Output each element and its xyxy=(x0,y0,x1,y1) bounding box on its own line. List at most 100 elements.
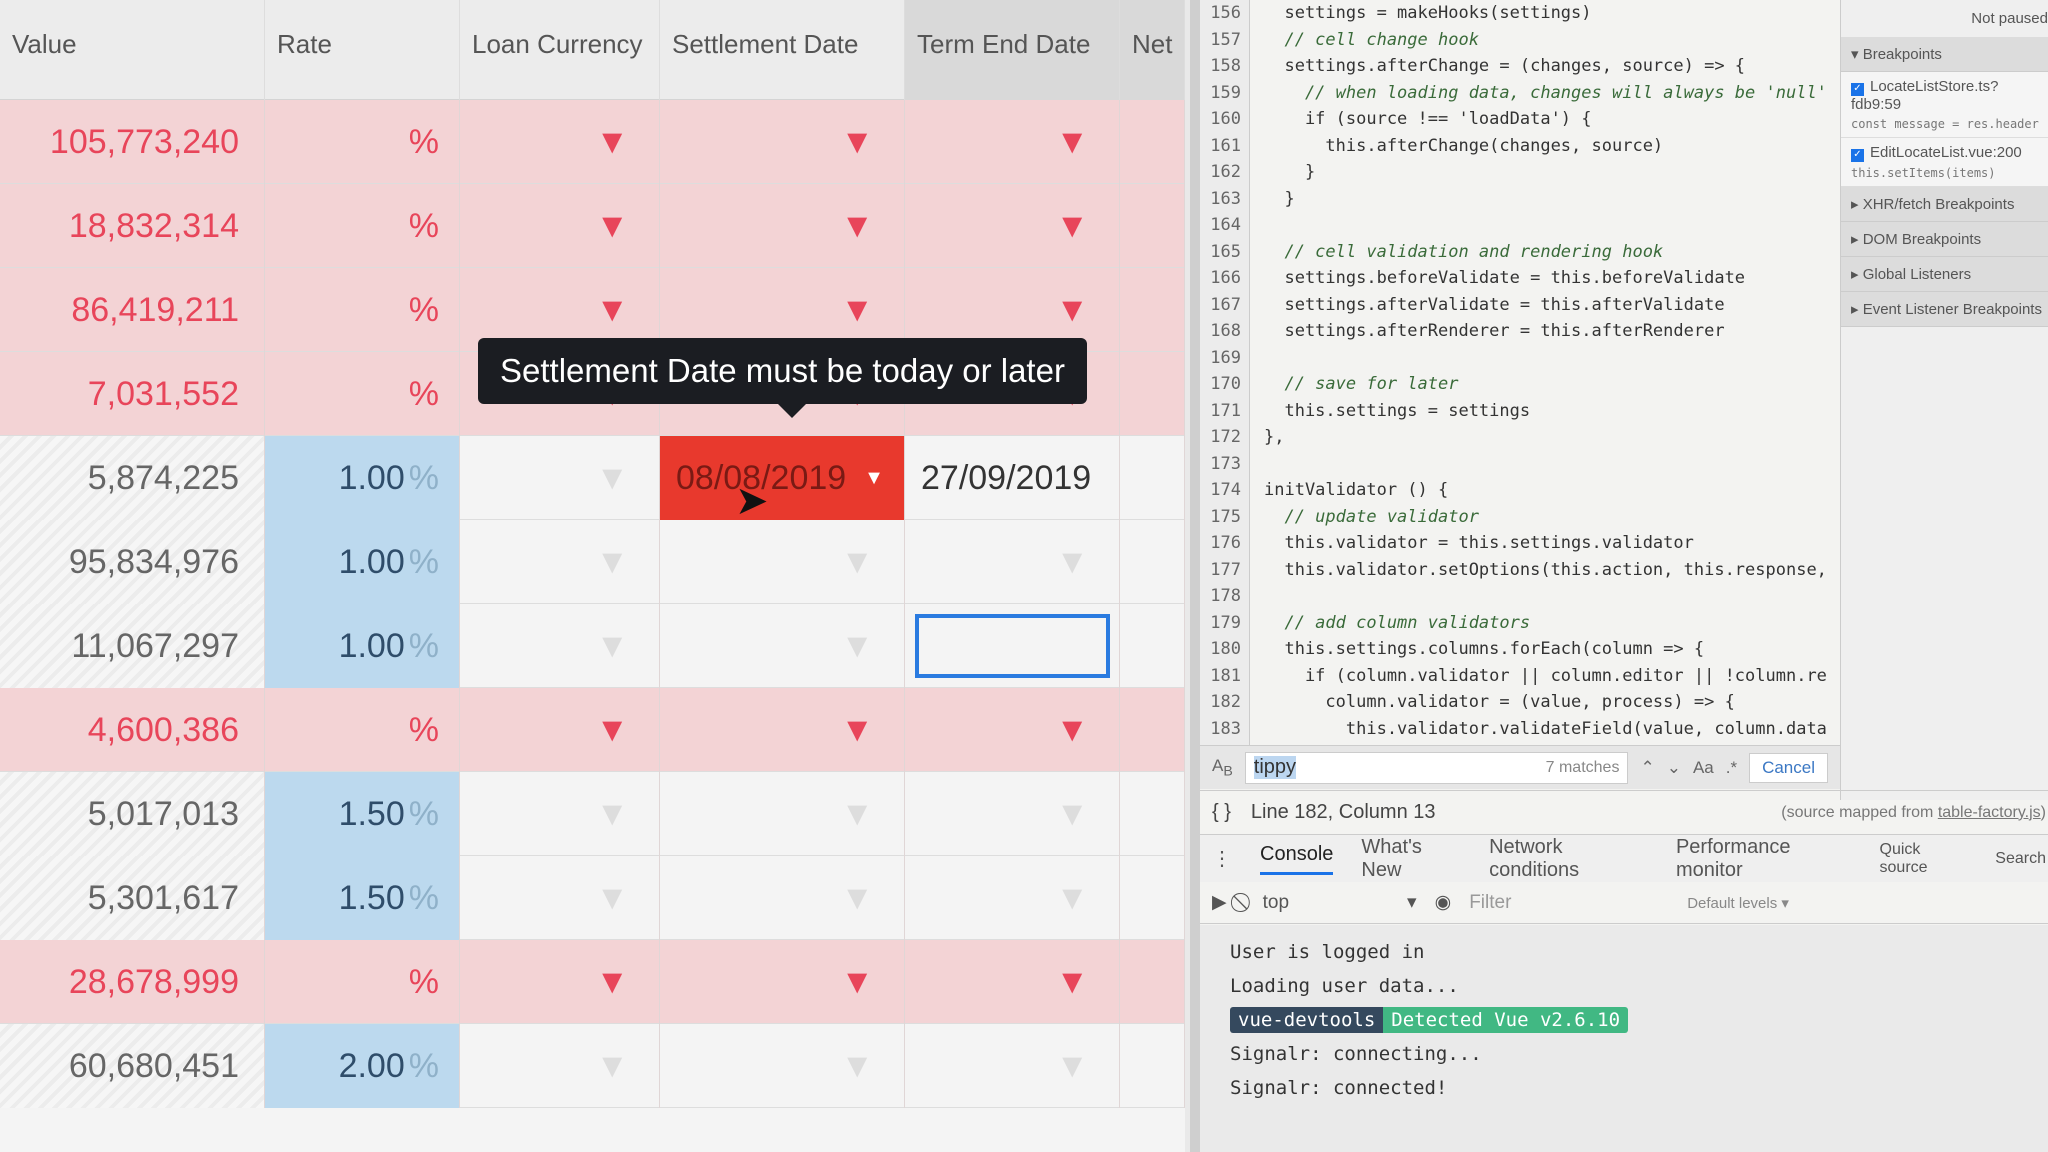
line-number[interactable]: 183 xyxy=(1200,715,1250,742)
value-cell[interactable]: 7,031,552 xyxy=(0,352,265,436)
net-cell[interactable] xyxy=(1120,772,1185,856)
breakpoint-item[interactable]: ✓ LocateListStore.ts?fdb9:59 const message… xyxy=(1841,72,2048,138)
drawer-menu-icon[interactable]: ⋮ xyxy=(1212,846,1232,871)
line-number[interactable]: 163 xyxy=(1200,185,1250,212)
settlement-date-cell[interactable]: ▼ xyxy=(660,940,905,1024)
tab-network-conditions[interactable]: Network conditions xyxy=(1489,836,1648,882)
sidebar-toggle-icon[interactable]: ▶ xyxy=(1212,891,1227,914)
settlement-date-cell[interactable]: ▼ xyxy=(660,1024,905,1108)
line-number[interactable]: 174 xyxy=(1200,477,1250,504)
checkbox-checked-icon[interactable]: ✓ xyxy=(1851,83,1864,96)
loan-currency-cell[interactable]: ▼ xyxy=(460,604,660,688)
line-number[interactable]: 167 xyxy=(1200,291,1250,318)
previous-match-icon[interactable]: ⌃ xyxy=(1640,758,1654,778)
context-selector[interactable]: top xyxy=(1263,892,1289,914)
cancel-button[interactable]: Cancel xyxy=(1749,752,1828,783)
value-cell[interactable]: 95,834,976 xyxy=(0,520,265,604)
line-number[interactable]: 169 xyxy=(1200,344,1250,371)
term-end-date-cell[interactable]: ▼ xyxy=(905,856,1120,940)
tab-console[interactable]: Console xyxy=(1260,843,1334,875)
regex-button[interactable]: .* xyxy=(1726,758,1737,778)
source-file-link[interactable]: table-factory.js xyxy=(1938,804,2041,821)
replace-toggle-icon[interactable]: AB xyxy=(1212,756,1233,779)
settlement-date-cell[interactable]: ▼ xyxy=(660,604,905,688)
net-cell[interactable] xyxy=(1120,268,1185,352)
value-cell[interactable]: 11,067,297 xyxy=(0,604,265,688)
header-rate[interactable]: Rate xyxy=(265,0,460,100)
net-cell[interactable] xyxy=(1120,688,1185,772)
net-cell[interactable] xyxy=(1120,1024,1185,1108)
rate-cell[interactable]: % xyxy=(265,688,460,772)
settlement-date-cell[interactable]: ▼ xyxy=(660,772,905,856)
loan-currency-cell[interactable]: ▼ xyxy=(460,688,660,772)
settlement-date-cell[interactable]: ▼ xyxy=(660,856,905,940)
line-number[interactable]: 164 xyxy=(1200,212,1250,239)
tab-performance-monitor[interactable]: Performance monitor xyxy=(1676,836,1852,882)
term-end-date-cell[interactable]: ▼ xyxy=(905,940,1120,1024)
term-end-date-cell[interactable]: ▼ xyxy=(905,1024,1120,1108)
line-number[interactable]: 162 xyxy=(1200,159,1250,186)
line-number[interactable]: 180 xyxy=(1200,636,1250,663)
checkbox-checked-icon[interactable]: ✓ xyxy=(1851,149,1864,162)
header-term-end-date[interactable]: Term End Date xyxy=(905,0,1120,100)
dropdown-arrow-icon[interactable]: ▼ xyxy=(864,467,884,490)
loan-currency-cell[interactable]: ▼ xyxy=(460,520,660,604)
line-number[interactable]: 181 xyxy=(1200,662,1250,689)
tab-quick-source[interactable]: Quick source xyxy=(1880,841,1968,877)
line-number[interactable]: 171 xyxy=(1200,397,1250,424)
settlement-date-cell[interactable]: ▼ xyxy=(660,520,905,604)
line-number[interactable]: 166 xyxy=(1200,265,1250,292)
rate-cell[interactable]: % xyxy=(265,184,460,268)
settlement-date-cell[interactable]: ▼ xyxy=(660,688,905,772)
line-number[interactable]: 157 xyxy=(1200,26,1250,53)
loan-currency-cell[interactable]: ▼ xyxy=(460,184,660,268)
line-number[interactable]: 172 xyxy=(1200,424,1250,451)
value-cell[interactable]: 4,600,386 xyxy=(0,688,265,772)
section-event-listener-breakpoints[interactable]: ▸ Event Listener Breakpoints xyxy=(1841,292,2048,327)
rate-cell[interactable]: 1.00% xyxy=(265,520,460,604)
tab-search[interactable]: Search xyxy=(1995,850,2046,868)
value-cell[interactable]: 105,773,240 xyxy=(0,100,265,184)
loan-currency-cell[interactable]: ▼ xyxy=(460,940,660,1024)
rate-cell[interactable]: 2.00% xyxy=(265,1024,460,1108)
line-number[interactable]: 161 xyxy=(1200,132,1250,159)
tab-whats-new[interactable]: What's New xyxy=(1361,836,1461,882)
eye-icon[interactable]: ◉ xyxy=(1435,891,1452,914)
net-cell[interactable] xyxy=(1120,184,1185,268)
net-cell[interactable] xyxy=(1120,352,1185,436)
line-number[interactable]: 158 xyxy=(1200,53,1250,80)
code-editor[interactable]: 156 settings = makeHooks(settings) 157 //… xyxy=(1200,0,1840,770)
term-end-date-cell[interactable]: ▼ xyxy=(905,100,1120,184)
line-number[interactable]: 159 xyxy=(1200,79,1250,106)
header-net[interactable]: Net xyxy=(1120,0,1185,100)
line-number[interactable]: 168 xyxy=(1200,318,1250,345)
rate-cell[interactable]: 1.00% xyxy=(265,436,460,520)
loan-currency-cell[interactable]: ▼ xyxy=(460,100,660,184)
rate-cell[interactable]: 1.50% xyxy=(265,856,460,940)
line-number[interactable]: 177 xyxy=(1200,556,1250,583)
rate-cell[interactable]: 1.00% xyxy=(265,604,460,688)
value-cell[interactable]: 5,301,617 xyxy=(0,856,265,940)
net-cell[interactable] xyxy=(1120,940,1185,1024)
section-dom-breakpoints[interactable]: ▸ DOM Breakpoints xyxy=(1841,222,2048,257)
term-end-date-cell[interactable]: ▼ xyxy=(905,520,1120,604)
section-xhr-breakpoints[interactable]: ▸ XHR/fetch Breakpoints xyxy=(1841,187,2048,222)
settlement-date-cell[interactable]: 08/08/2019 ▼ xyxy=(660,436,905,520)
pretty-print-icon[interactable]: { } xyxy=(1212,801,1231,824)
find-input[interactable]: tippy 7 matches xyxy=(1244,751,1629,784)
loan-currency-cell[interactable]: ▼ xyxy=(460,436,660,520)
header-value[interactable]: Value xyxy=(0,0,265,100)
loan-currency-cell[interactable]: ▼ xyxy=(460,1024,660,1108)
filter-input[interactable]: Filter xyxy=(1469,892,1669,914)
header-settlement-date[interactable]: Settlement Date xyxy=(660,0,905,100)
log-levels-dropdown[interactable]: Default levels ▾ xyxy=(1687,894,1789,912)
breakpoints-section[interactable]: ▾ Breakpoints xyxy=(1841,37,2048,72)
term-end-date-cell[interactable]: ▼ xyxy=(905,688,1120,772)
header-loan-currency[interactable]: Loan Currency xyxy=(460,0,660,100)
match-case-button[interactable]: Aa xyxy=(1693,758,1714,778)
line-number[interactable]: 160 xyxy=(1200,106,1250,133)
line-number[interactable]: 173 xyxy=(1200,450,1250,477)
context-dropdown-icon[interactable]: ▾ xyxy=(1407,891,1417,914)
loan-currency-cell[interactable]: ▼ xyxy=(460,772,660,856)
value-cell[interactable]: 60,680,451 xyxy=(0,1024,265,1108)
